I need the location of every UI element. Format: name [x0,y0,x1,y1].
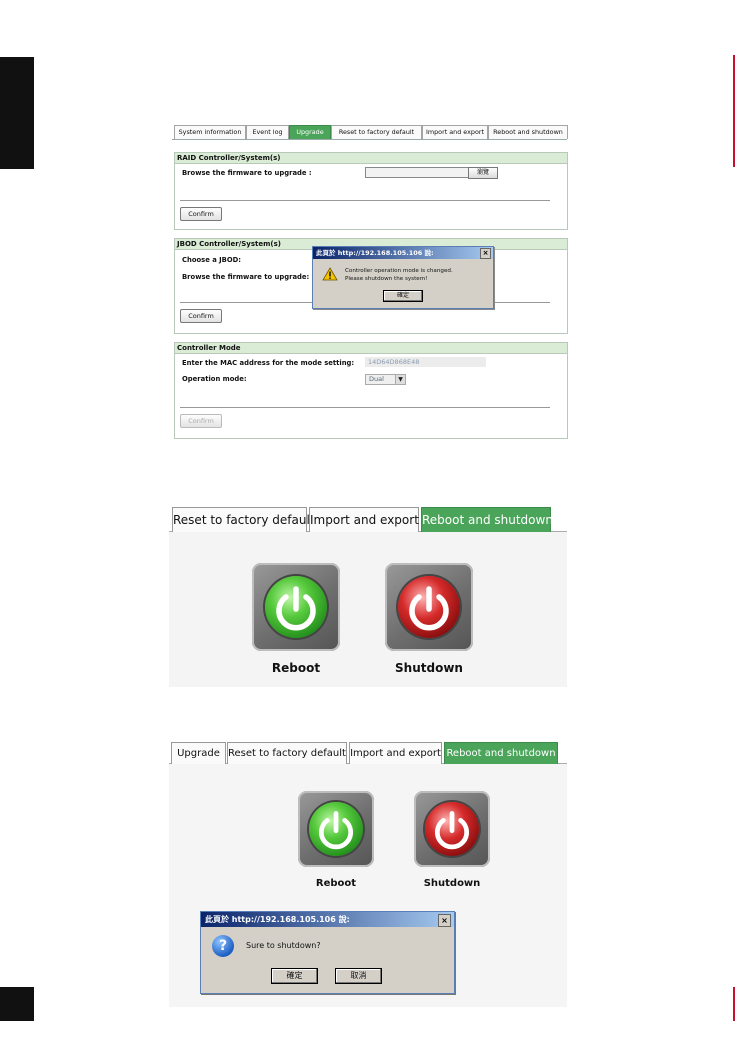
warning-icon [322,267,338,281]
controller-mode-section: Controller Mode Enter the MAC address fo… [174,342,568,439]
close-icon[interactable]: × [438,914,451,927]
alert-line-1: Controller operation mode is changed. [345,268,453,274]
jbod-confirm-button[interactable]: Confirm [180,309,222,323]
close-icon[interactable]: × [480,248,491,259]
tab-import-export[interactable]: Import and export [422,125,488,139]
power-icon [319,811,353,850]
reboot-shutdown-panel: Reset to factory default Import and expo… [169,505,567,687]
reboot-button[interactable] [298,791,374,867]
dialog-title: 此頁於 http://192.168.105.106 說: [205,915,350,924]
raid-file-input[interactable] [365,167,470,178]
tab-upgrade[interactable]: Upgrade [171,742,226,764]
tab-reset-factory-default[interactable]: Reset to factory default [331,125,422,139]
margin-line-top [733,55,735,167]
dialog-titlebar: 此頁於 http://192.168.105.106 說: × [201,912,454,927]
tab-strip: Upgrade Reset to factory default Import … [169,741,567,764]
divider [180,200,550,201]
shutdown-button[interactable] [385,563,473,651]
dialog-message: Sure to shutdown? [246,941,321,950]
alert-line-2: Please shutdown the system! [345,276,428,282]
margin-tab-top [0,57,34,169]
alert-titlebar: 此頁於 http://192.168.105.106 說: × [313,247,493,259]
operation-mode-select[interactable]: Dual ▼ [365,374,406,385]
tab-import-export[interactable]: Import and export [309,507,419,532]
question-icon: ? [212,935,234,957]
tab-strip: System information Event log Upgrade Res… [172,123,568,140]
tab-event-log[interactable]: Event log [246,125,289,139]
margin-tab-bottom [0,987,34,1021]
upgrade-panel: System information Event log Upgrade Res… [172,123,568,439]
shutdown-confirm-panel: Upgrade Reset to factory default Import … [169,741,567,1007]
reboot-label: Reboot [271,661,321,675]
raid-browse-button[interactable]: 瀏覽 [468,167,498,179]
tab-upgrade[interactable]: Upgrade [289,125,331,139]
power-icon [276,586,316,631]
tab-strip: Reset to factory default Import and expo… [169,505,567,532]
raid-confirm-button[interactable]: Confirm [180,207,222,221]
operation-mode-label: Operation mode: [182,375,247,383]
raid-section-title: RAID Controller/System(s) [175,153,567,164]
operation-mode-value: Dual [369,375,384,383]
tab-import-export[interactable]: Import and export [349,742,442,764]
jbod-browse-label: Browse the firmware to upgrade: [182,273,310,281]
shutdown-label: Shutdown [423,878,481,889]
reboot-button[interactable] [252,563,340,651]
controller-mode-title: Controller Mode [175,343,567,354]
alert-ok-button[interactable]: 確定 [383,290,423,302]
shutdown-confirm-dialog: 此頁於 http://192.168.105.106 說: × ? Sure t… [200,911,455,994]
tab-reboot-shutdown[interactable]: Reboot and shutdown [444,742,558,764]
dialog-ok-button[interactable]: 確定 [271,968,318,984]
reboot-label: Reboot [315,878,357,889]
jbod-choose-label: Choose a JBOD: [182,256,241,264]
tab-reset-factory-default[interactable]: Reset to factory default [227,742,347,764]
alert-title: 此頁於 http://192.168.105.106 說: [316,249,434,257]
alert-message: Controller operation mode is changed. Pl… [345,267,453,283]
shutdown-button[interactable] [414,791,490,867]
mac-address-label: Enter the MAC address for the mode setti… [182,359,355,367]
mac-address-input[interactable]: 14D64D868E48 [365,357,486,367]
raid-section: RAID Controller/System(s) Browse the fir… [174,152,568,230]
tab-reboot-shutdown[interactable]: Reboot and shutdown [488,125,568,139]
tab-reboot-shutdown[interactable]: Reboot and shutdown [421,507,553,532]
dropdown-arrow-icon[interactable]: ▼ [395,375,405,384]
shutdown-label: Shutdown [395,661,463,675]
power-icon [435,811,469,850]
divider [180,407,550,408]
margin-line-bottom [733,987,735,1021]
dialog-cancel-button[interactable]: 取消 [335,968,382,984]
mode-confirm-button[interactable]: Confirm [180,414,222,428]
tab-reset-factory-default[interactable]: Reset to factory default [172,507,315,532]
mode-changed-alert: 此頁於 http://192.168.105.106 說: × Controll… [312,246,494,309]
tab-system-information[interactable]: System information [174,125,246,139]
power-icon [409,586,449,631]
raid-browse-label: Browse the firmware to upgrade : [182,169,312,177]
power-actions [169,532,567,687]
